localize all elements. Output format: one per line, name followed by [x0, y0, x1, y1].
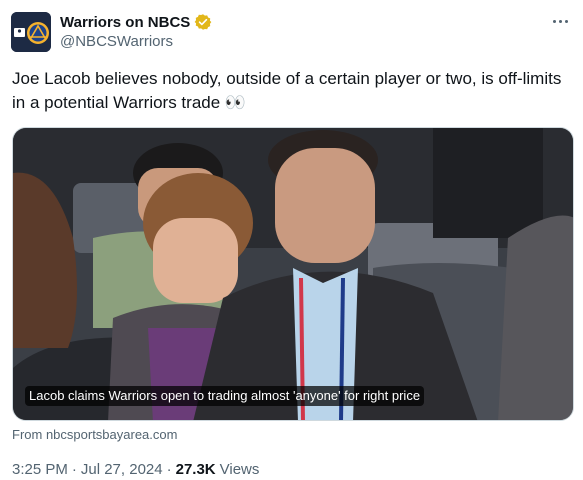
meta-separator: ·	[166, 461, 172, 478]
warriors-bridge-logo-icon	[11, 12, 51, 52]
author-name-row[interactable]: Warriors on NBCS	[60, 13, 212, 31]
handle[interactable]: @NBCSWarriors	[60, 33, 173, 50]
tweet-text: Joe Lacob believes nobody, outside of a …	[12, 69, 562, 112]
tweet-meta: 3:25 PM · Jul 27, 2024 · 27.3K Views	[12, 461, 259, 478]
display-name[interactable]: Warriors on NBCS	[60, 14, 190, 31]
tweet-time[interactable]: 3:25 PM	[12, 461, 68, 478]
article-photo	[13, 128, 573, 420]
image-caption: Lacob claims Warriors open to trading al…	[25, 386, 425, 406]
meta-separator: ·	[71, 461, 77, 478]
avatar[interactable]	[11, 12, 51, 52]
link-source[interactable]: From nbcsportsbayarea.com	[12, 427, 177, 442]
tweet-date[interactable]: Jul 27, 2024	[81, 461, 163, 478]
more-horizontal-icon[interactable]	[549, 10, 571, 32]
gold-verified-badge-icon[interactable]	[194, 13, 212, 31]
link-card[interactable]: Lacob claims Warriors open to trading al…	[12, 127, 574, 421]
views-label: Views	[219, 461, 260, 478]
views-count: 27.3K	[175, 461, 216, 478]
